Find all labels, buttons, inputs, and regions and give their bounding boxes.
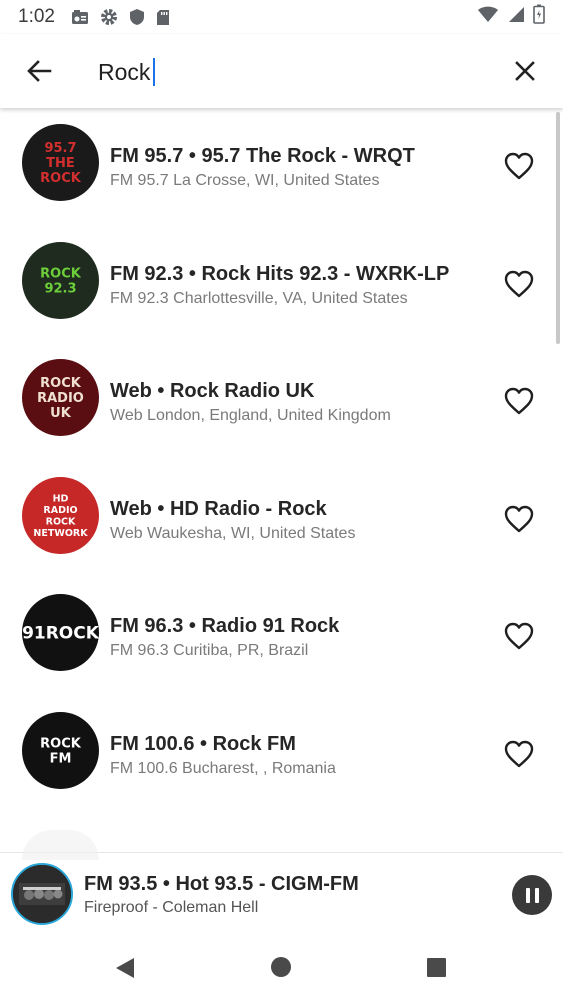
nav-home-button[interactable]: [271, 957, 291, 977]
station-location: FM 95.7 La Crosse, WI, United States: [110, 172, 380, 189]
station-logo: HD RADIO ROCK NETWORK: [22, 476, 99, 554]
favorite-button[interactable]: [503, 269, 535, 299]
station-logo: ROCK FM: [22, 712, 99, 789]
station-row[interactable]: ROCK 92.3 FM 92.3 • Rock Hits 92.3 - WXRK-…: [0, 226, 563, 344]
now-playing-track: Fireproof - Coleman Hell: [84, 899, 259, 916]
station-row[interactable]: 95.7 THE ROCK FM 95.7 • 95.7 The Rock - WRQ…: [0, 108, 563, 226]
favorite-button[interactable]: [503, 739, 535, 769]
station-location: FM 92.3 Charlottesville, VA, United Stat…: [110, 289, 408, 307]
media-icon: [71, 9, 89, 25]
heart-outline-icon: [504, 740, 534, 768]
svg-text:ROCK: ROCK: [40, 171, 82, 186]
station-logo: ROCK RADIO UK: [22, 359, 99, 437]
station-logo: ROCK 92.3: [22, 241, 99, 319]
svg-text:ROCK: ROCK: [40, 266, 82, 281]
svg-text:95.7: 95.7: [44, 141, 76, 156]
station-location: Web London, England, United Kingdom: [110, 407, 391, 425]
station-title: FM 96.3 • Radio 91 Rock: [110, 615, 340, 638]
station-title: FM 95.7 • 95.7 The Rock - WRQT: [110, 145, 415, 167]
pause-button[interactable]: [512, 875, 552, 915]
now-playing-artwork: [11, 863, 73, 925]
heart-outline-icon: [504, 387, 534, 415]
pause-icon: [525, 887, 530, 903]
station-row[interactable]: ROCK RADIO UK Web • Rock Radio UK Web London…: [0, 343, 563, 461]
station-title: FM 100.6 • Rock FM: [110, 733, 296, 755]
station-title: FM 92.3 • Rock Hits 92.3 - WXRK-LP: [110, 262, 450, 285]
svg-text:FM: FM: [50, 752, 72, 767]
svg-text:THE: THE: [46, 156, 75, 171]
nav-back-button[interactable]: [114, 956, 136, 985]
search-results-list[interactable]: 95.7 THE ROCK FM 95.7 • 95.7 The Rock - WRQ…: [0, 108, 563, 853]
clear-search-button[interactable]: [508, 54, 542, 88]
favorite-button[interactable]: [503, 151, 535, 181]
station-row[interactable]: HD RADIO ROCK NETWORK Web • HD Radio - Rock W…: [0, 461, 563, 579]
station-logo: 91ROCK: [22, 594, 99, 672]
heart-outline-icon: [504, 270, 534, 297]
now-playing-bar[interactable]: FM 93.5 • Hot 93.5 - CIGM-FM Fireproof -…: [0, 852, 563, 934]
svg-text:UK: UK: [50, 406, 72, 421]
svg-text:ROCK: ROCK: [46, 516, 76, 527]
heart-outline-icon: [504, 152, 534, 180]
svg-text:RADIO: RADIO: [43, 505, 77, 516]
list-scrollbar[interactable]: [556, 112, 560, 344]
close-icon: [515, 61, 535, 81]
sd-card-icon: [156, 9, 170, 26]
station-location: FM 100.6 Bucharest, , Romania: [110, 760, 336, 777]
svg-text:ROCK: ROCK: [40, 737, 82, 752]
station-title: Web • Rock Radio UK: [110, 380, 315, 403]
heart-outline-icon: [504, 623, 534, 650]
wifi-icon: [477, 6, 499, 29]
station-title: Web • HD Radio - Rock: [110, 497, 327, 520]
nav-recents-button[interactable]: [427, 958, 446, 977]
search-input[interactable]: [98, 52, 478, 92]
favorite-button[interactable]: [503, 386, 535, 416]
station-row[interactable]: ROCK FM FM 100.6 • Rock FM FM 100.6 Buchare…: [0, 696, 563, 814]
status-bar: 1:02: [0, 0, 563, 34]
station-logo: 95.7 THE ROCK: [22, 124, 99, 201]
favorite-button[interactable]: [503, 504, 535, 534]
back-button[interactable]: [22, 54, 56, 88]
now-playing-title: FM 93.5 • Hot 93.5 - CIGM-FM: [84, 873, 359, 895]
svg-text:RADIO: RADIO: [37, 391, 84, 406]
svg-text:HD: HD: [53, 493, 69, 504]
station-row[interactable]: 91ROCK FM 96.3 • Radio 91 Rock FM 96.3 Cur…: [0, 578, 563, 696]
search-toolbar: [0, 34, 563, 108]
svg-text:91ROCK: 91ROCK: [22, 624, 99, 644]
triangle-back-icon: [116, 958, 134, 978]
battery-icon: [533, 4, 545, 30]
status-time: 1:02: [18, 6, 55, 27]
heart-outline-icon: [504, 505, 534, 532]
signal-icon: [507, 6, 525, 29]
station-location: FM 96.3 Curitiba, PR, Brazil: [110, 642, 309, 660]
shield-icon: [129, 8, 145, 26]
svg-text:92.3: 92.3: [44, 281, 76, 296]
system-navigation-bar: [0, 934, 563, 1000]
gear-icon: [100, 8, 118, 26]
svg-text:NETWORK: NETWORK: [33, 528, 88, 539]
favorite-button[interactable]: [503, 621, 535, 651]
svg-text:ROCK: ROCK: [40, 376, 82, 391]
arrow-left-icon: [27, 60, 52, 82]
text-cursor: [153, 58, 155, 86]
station-location: Web Waukesha, WI, United States: [110, 524, 356, 542]
